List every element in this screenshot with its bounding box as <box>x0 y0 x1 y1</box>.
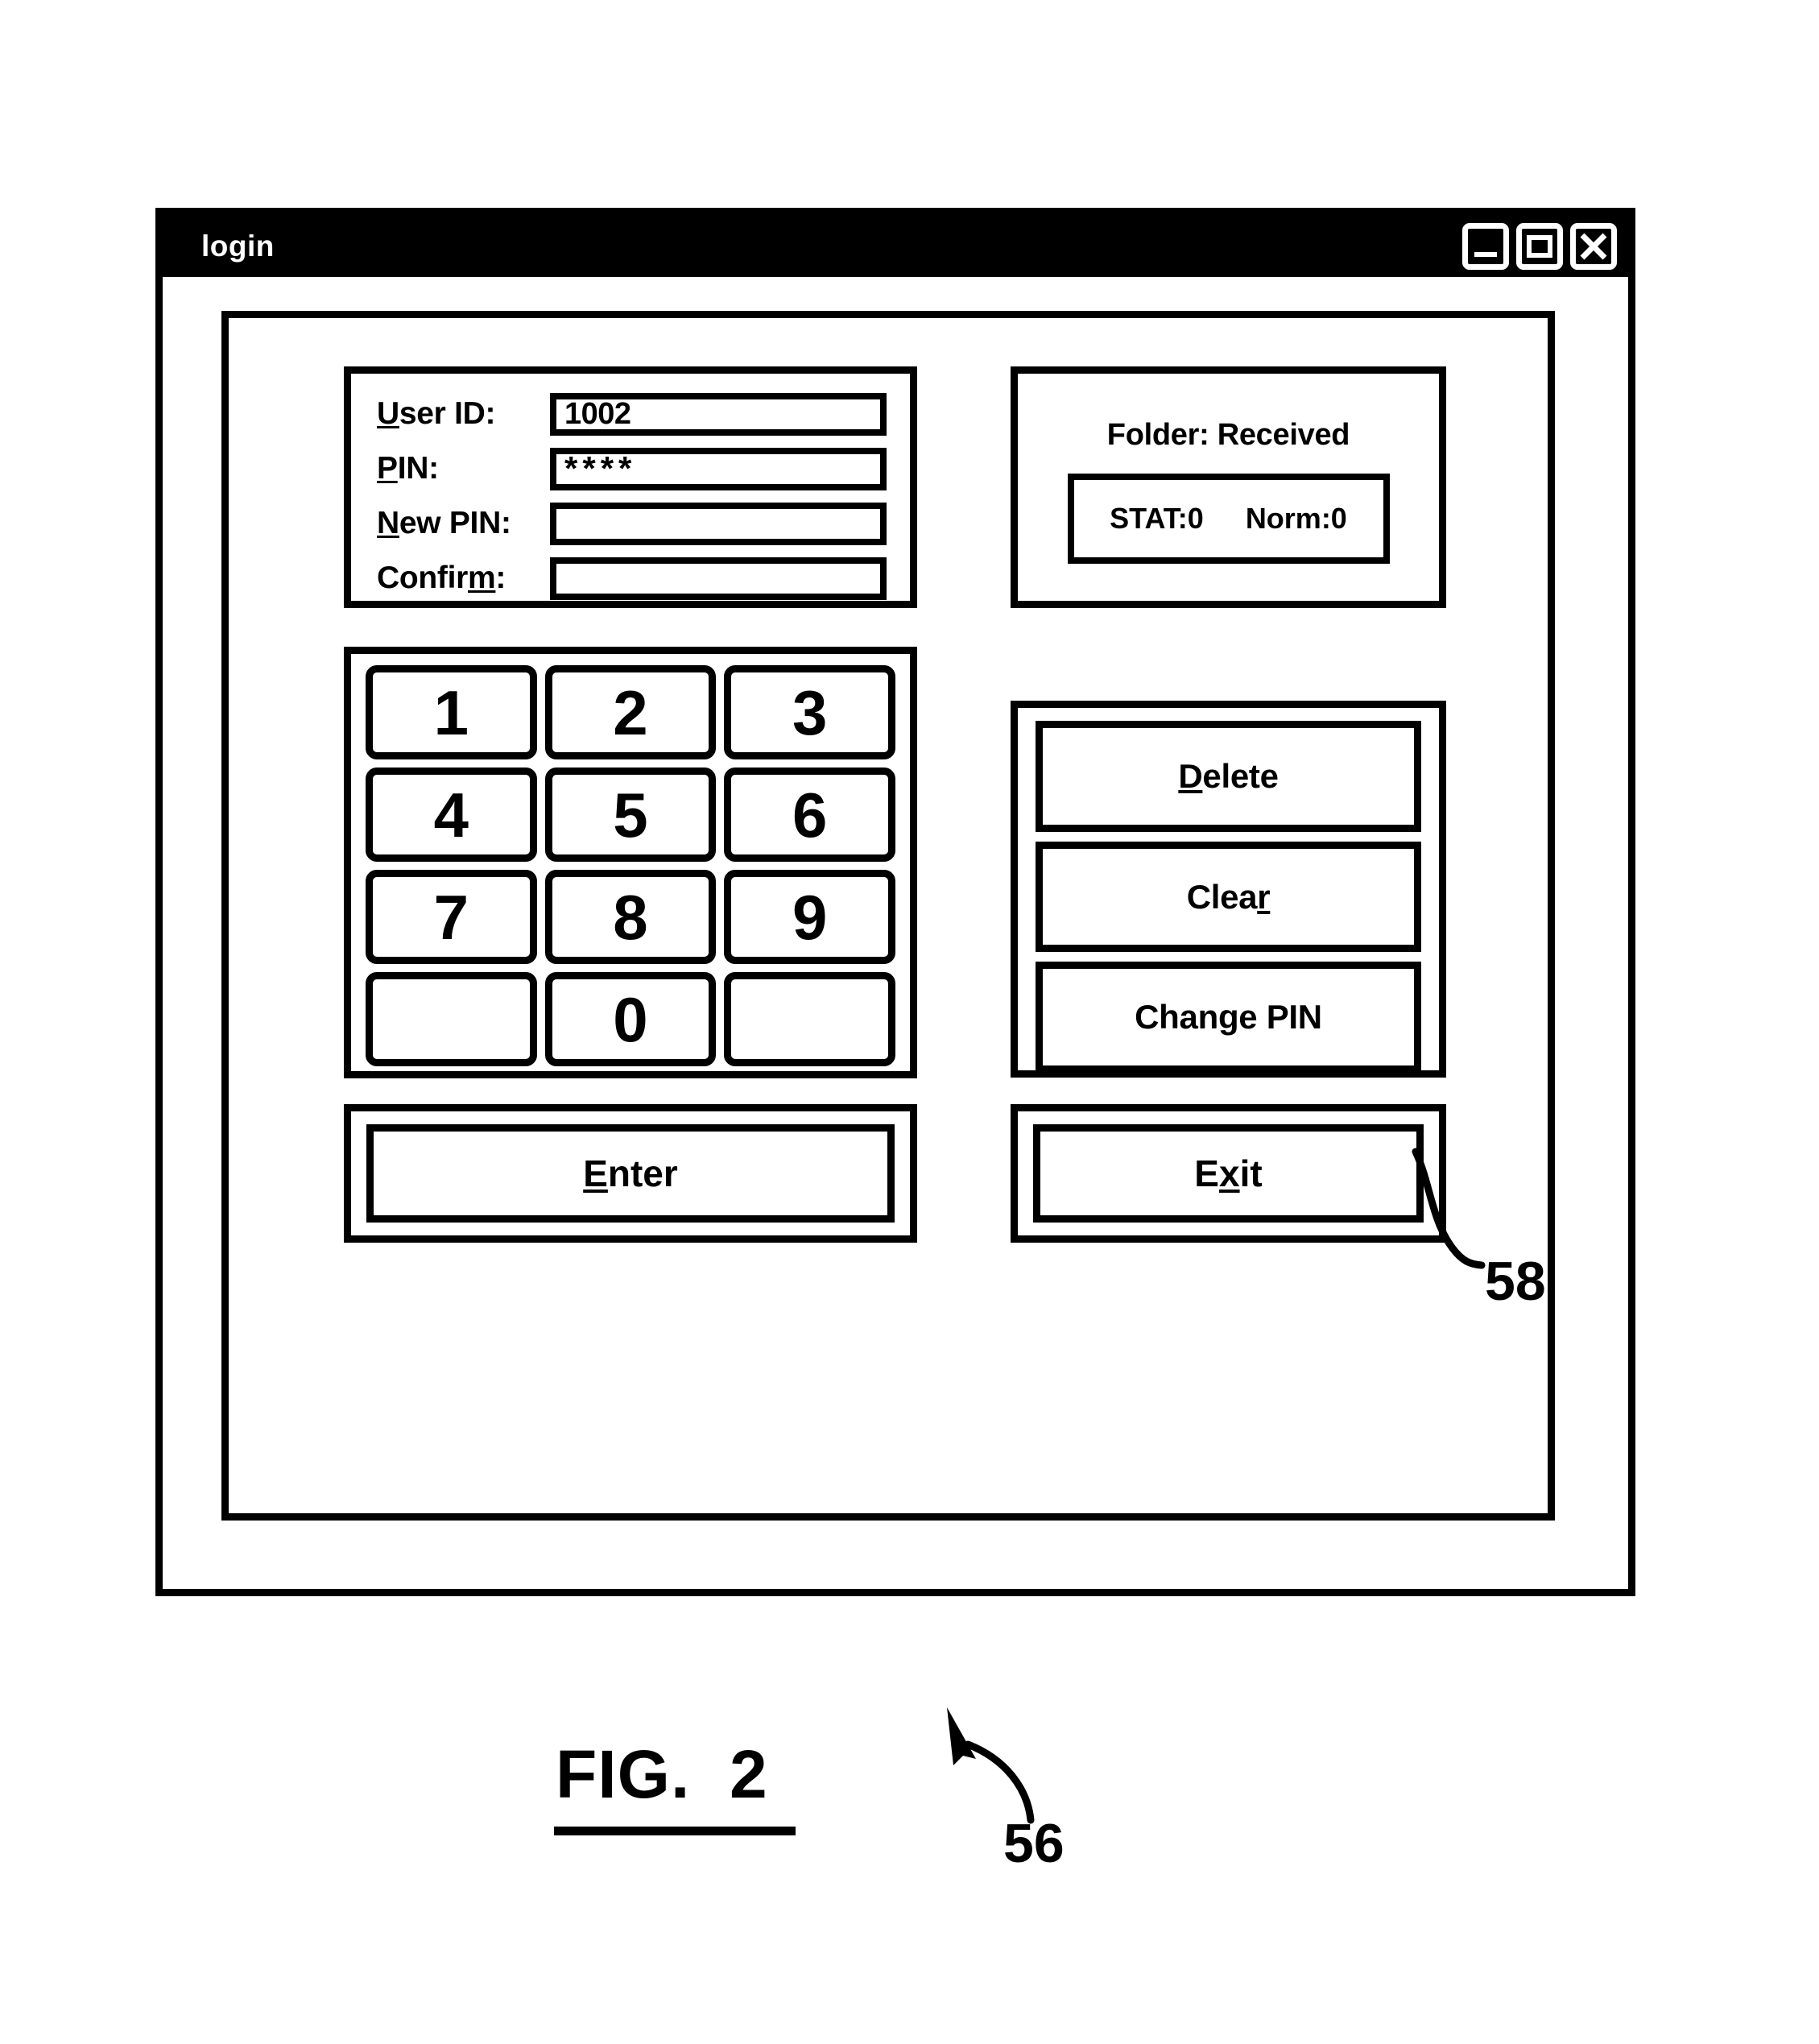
keypad-key-1[interactable]: 1 <box>366 665 537 759</box>
keypad-key-0[interactable]: 0 <box>544 972 717 1066</box>
enter-button-frame: Enter <box>344 1104 917 1243</box>
stat-counter: STAT:0 <box>1110 502 1204 535</box>
pin-label: PIN: <box>377 451 439 486</box>
login-window: login User ID: 1002 PIN: **** New PIN: C… <box>155 208 1635 1596</box>
credentials-group: User ID: 1002 PIN: **** New PIN: Confirm… <box>344 366 917 608</box>
clear-button[interactable]: Clear <box>1036 841 1421 953</box>
actions-group: Delete Clear Change PIN <box>1011 701 1446 1078</box>
title-bar: login <box>163 215 1628 277</box>
field-row-confirm: Confirm: <box>351 551 910 606</box>
norm-counter: Norm:0 <box>1245 502 1347 535</box>
keypad-key-4[interactable]: 4 <box>366 768 537 862</box>
field-row-user-id: User ID: 1002 <box>351 387 910 441</box>
window-controls <box>1462 222 1617 270</box>
keypad-key-2[interactable]: 2 <box>544 665 717 759</box>
keypad-grid: 1 2 3 4 5 6 7 8 9 0 <box>366 665 895 1066</box>
figure-caption-underline <box>554 1827 796 1835</box>
window-title: login <box>201 230 275 263</box>
change-pin-button[interactable]: Change PIN <box>1036 962 1421 1074</box>
pin-value: **** <box>564 449 637 488</box>
confirm-input[interactable] <box>550 557 887 600</box>
close-icon[interactable] <box>1570 222 1617 270</box>
keypad-key-7[interactable]: 7 <box>366 870 537 964</box>
keypad-key-5[interactable]: 5 <box>544 768 717 862</box>
keypad-key-6[interactable]: 6 <box>724 768 895 862</box>
new-pin-input[interactable] <box>550 502 887 545</box>
user-id-label: User ID: <box>377 396 496 431</box>
keypad-key-9[interactable]: 9 <box>724 870 895 964</box>
figure-caption: FIG. 2 <box>556 1736 768 1812</box>
user-id-input[interactable]: 1002 <box>550 392 887 436</box>
exit-button-label: Exit <box>1194 1152 1263 1194</box>
enter-button[interactable]: Enter <box>366 1124 895 1223</box>
clear-button-label: Clear <box>1186 877 1271 916</box>
user-id-value: 1002 <box>564 396 631 431</box>
keypad-key-blank-right[interactable] <box>724 972 895 1066</box>
exit-button-frame: Exit <box>1011 1104 1446 1243</box>
minimize-icon[interactable] <box>1462 222 1509 270</box>
delete-button[interactable]: Delete <box>1036 721 1421 832</box>
maximize-icon[interactable] <box>1516 222 1563 270</box>
delete-button-label: Delete <box>1178 756 1279 795</box>
new-pin-label: New PIN: <box>377 506 511 540</box>
keypad-key-3[interactable]: 3 <box>724 665 895 759</box>
keypad-key-blank-left[interactable] <box>366 972 537 1066</box>
confirm-label: Confirm: <box>377 561 506 595</box>
folder-title: Folder: Received <box>1106 418 1350 452</box>
actions-inner: Delete Clear Change PIN <box>1036 721 1421 1074</box>
reference-numeral-58: 58 <box>1485 1251 1546 1312</box>
exit-button[interactable]: Exit <box>1033 1124 1424 1223</box>
folder-status-group: Folder: Received STAT:0 Norm:0 <box>1011 366 1446 608</box>
field-row-pin: PIN: **** <box>351 441 910 496</box>
enter-button-label: Enter <box>583 1152 678 1194</box>
keypad-key-8[interactable]: 8 <box>544 870 717 964</box>
reference-numeral-56: 56 <box>1003 1813 1065 1874</box>
change-pin-button-label: Change PIN <box>1135 998 1322 1036</box>
client-panel: User ID: 1002 PIN: **** New PIN: Confirm… <box>221 311 1555 1521</box>
pin-input[interactable]: **** <box>550 447 887 490</box>
keypad-group: 1 2 3 4 5 6 7 8 9 0 <box>344 647 917 1078</box>
folder-counters-box: STAT:0 Norm:0 <box>1067 474 1390 564</box>
field-row-new-pin: New PIN: <box>351 496 910 551</box>
